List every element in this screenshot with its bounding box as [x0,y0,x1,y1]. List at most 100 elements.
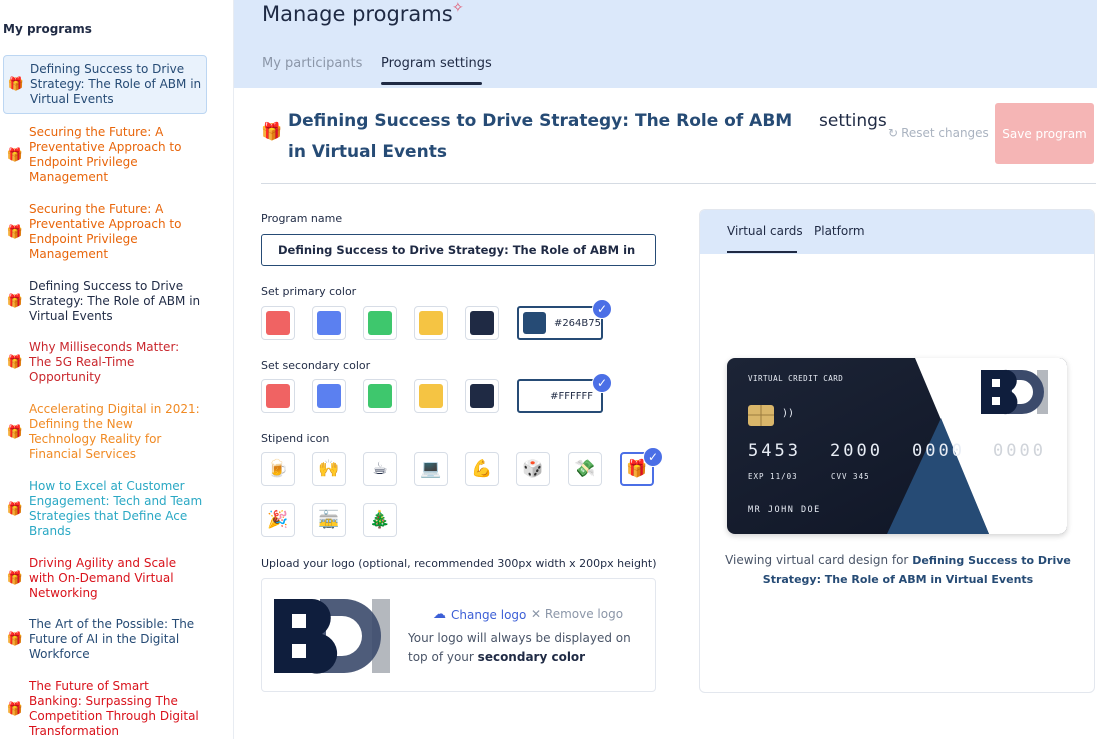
preview-caption: Viewing virtual card design for Defining… [720,551,1076,589]
preview-caption-text: Viewing virtual card design for [725,553,909,567]
stipend-coffee-icon[interactable]: ☕ [363,452,397,486]
program-item-label: Defining Success to Drive Strategy: The … [29,279,201,323]
stipend-laptop-icon[interactable]: 💻 [414,452,448,486]
stipend-dice-icon[interactable]: 🎲 [516,452,550,486]
check-icon: ✓ [643,447,663,467]
stipend-money-icon[interactable]: 💸 [568,452,602,486]
contactless-icon: )) [782,408,795,419]
sidebar-title: My programs [3,22,92,36]
gift-icon: 🎁 [6,294,24,309]
primary-swatch-green[interactable] [363,306,397,340]
close-icon: ✕ [531,607,542,621]
primary-swatch-yellow[interactable] [414,306,448,340]
check-icon: ✓ [592,299,612,319]
logo-upload-panel: ☁ Change logo ✕ Remove logo Your logo wi… [261,578,656,692]
primary-custom-color-input[interactable]: #264B75 [517,306,603,340]
secondary-swatch-yellow[interactable] [414,379,448,413]
secondary-swatch-navy[interactable] [465,379,499,413]
secondary-swatch-blue[interactable] [312,379,346,413]
program-item[interactable]: 🎁 The Future of Smart Banking: Surpassin… [3,673,207,739]
change-logo-label: Change logo [451,607,527,622]
gift-icon: 🎁 [6,424,24,440]
card-number-group: 2000 [830,441,883,461]
active-tab-indicator [381,82,482,85]
logo-note: Your logo will always be displayed on to… [408,629,648,667]
save-program-button[interactable]: Save program [995,103,1094,164]
stipend-muscle-icon[interactable]: 💪 [465,452,499,486]
program-item-label: Defining Success to Drive Strategy: The … [30,62,202,106]
program-name-input[interactable] [261,234,656,266]
secondary-swatch-red[interactable] [261,379,295,413]
preview-tabs: Virtual cards Platform [700,210,1094,254]
card-cvv: CVV 345 [831,472,870,481]
color-chip [317,384,341,408]
program-item[interactable]: 🎁 Driving Agility and Scale with On-Dema… [3,550,207,607]
program-item-label: Accelerating Digital in 2021: Defining t… [29,402,200,461]
gift-icon: 🎁 [6,355,24,370]
settings-suffix: settings [819,111,887,131]
program-item[interactable]: 🎁 Accelerating Digital in 2021: Defining… [3,396,207,468]
program-item-label: The Future of Smart Banking: Surpassing … [29,679,199,738]
program-item-label: Securing the Future: A Preventative Appr… [29,125,182,184]
card-holder: MR JOHN DOE [748,505,821,515]
program-item[interactable]: 🎁 The Art of the Possible: The Future of… [3,611,207,668]
secondary-color-value: #FFFFFF [550,390,593,402]
settings-heading: 🎁 Defining Success to Drive Strategy: Th… [261,103,1096,184]
gift-icon: 🎁 [6,224,24,240]
color-chip [266,311,290,335]
remove-logo-button[interactable]: ✕ Remove logo [531,607,623,621]
primary-swatch-navy[interactable] [465,306,499,340]
program-item-label: Driving Agility and Scale with On-Demand… [29,556,177,600]
gift-icon: 🎁 [6,501,24,517]
program-item[interactable]: 🎁 Defining Success to Drive Strategy: Th… [3,273,207,330]
program-item[interactable]: 🎁 Why Milliseconds Matter: The 5G Real-T… [3,334,207,391]
reset-changes-label: Reset changes [901,126,989,140]
tab-virtual-cards[interactable]: Virtual cards [727,224,803,238]
primary-color-label: Set primary color [261,285,357,298]
color-chip [266,384,290,408]
stipend-tree-icon[interactable]: 🎄 [363,503,397,537]
primary-swatch-blue[interactable] [312,306,346,340]
program-title: Defining Success to Drive Strategy: The … [288,111,793,162]
primary-color-value: #264B75 [553,317,601,329]
program-item[interactable]: 🎁 Securing the Future: A Preventative Ap… [3,196,207,268]
secondary-custom-color-input[interactable]: #FFFFFF [517,379,603,413]
card-number-group: 5453 [748,441,801,461]
active-tab-indicator [727,251,797,253]
color-chip [470,384,494,408]
stipend-party-icon[interactable]: 🎉 [261,503,295,537]
color-chip [470,311,494,335]
logo-note-emphasis: secondary color [477,650,586,664]
color-chip [317,311,341,335]
card-number-group: 0000 [912,441,965,461]
primary-swatch-red[interactable] [261,306,295,340]
reset-changes-button[interactable]: ↻ Reset changes [888,126,989,140]
tab-program-settings[interactable]: Program settings [381,56,492,71]
secondary-color-label: Set secondary color [261,359,371,372]
gift-icon: 🎁 [6,701,24,717]
refresh-icon: ↻ [888,126,899,140]
page-header: Manage programs ✧ My participants Progra… [234,0,1097,88]
program-item-label: Why Milliseconds Matter: The 5G Real-Tim… [29,340,180,384]
program-item[interactable]: 🎁 How to Excel at Customer Engagement: T… [3,473,207,545]
stipend-tram-icon[interactable]: 🚋 [312,503,346,537]
color-chip [523,312,546,334]
gift-icon: 🎁 [7,77,25,92]
color-chip [419,311,443,335]
virtual-credit-card: VIRTUAL CREDIT CARD )) 5453 2000 0000 00… [727,358,1067,534]
secondary-swatch-green[interactable] [363,379,397,413]
sidebar: My programs 🎁 Defining Success to Drive … [0,0,234,739]
gift-icon: 🎁 [261,122,283,142]
tab-my-participants[interactable]: My participants [262,56,362,71]
tab-platform[interactable]: Platform [814,224,865,238]
gift-icon: 🎁 [6,571,24,586]
program-name-label: Program name [261,212,343,225]
program-item[interactable]: 🎁 Defining Success to Drive Strategy: Th… [3,55,207,114]
stipend-beer-icon[interactable]: 🍺 [261,452,295,486]
stipend-raised-hands-icon[interactable]: 🙌 [312,452,346,486]
gift-icon: 🎁 [6,147,24,163]
card-preview-panel: Virtual cards Platform VIRTUAL CREDIT CA… [699,209,1095,693]
change-logo-button[interactable]: ☁ Change logo [433,607,526,622]
program-item[interactable]: 🎁 Securing the Future: A Preventative Ap… [3,119,207,191]
card-expiry: EXP 11/03 [748,472,798,481]
